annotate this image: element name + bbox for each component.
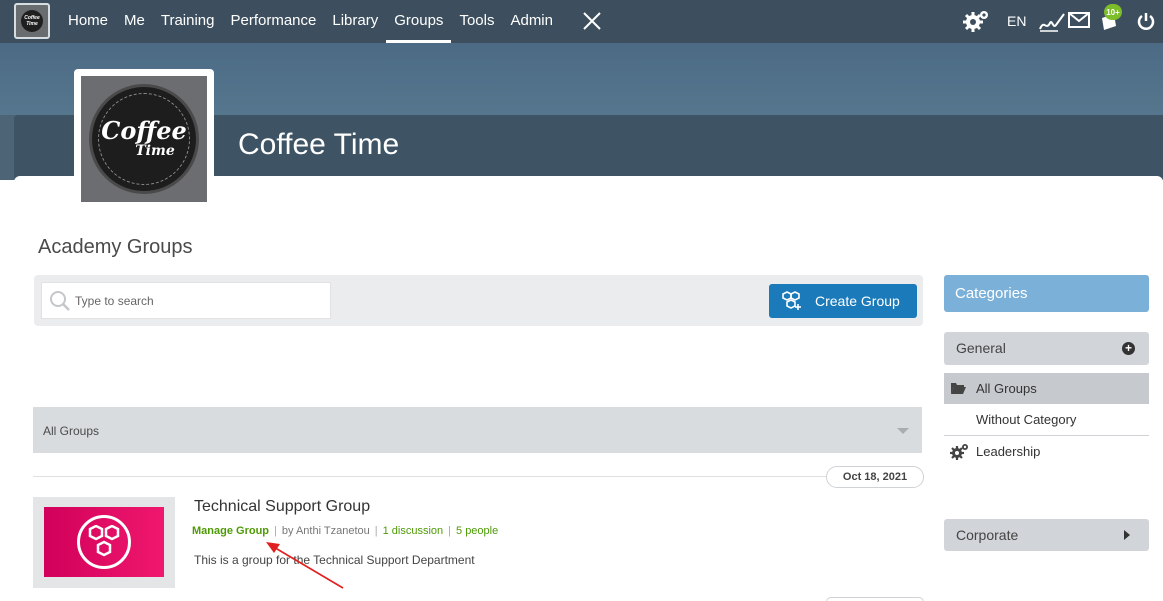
category-general[interactable]: General +	[944, 332, 1149, 365]
search-box	[41, 282, 331, 319]
tools-cross-icon[interactable]	[582, 11, 602, 31]
create-group-label: Create Group	[815, 293, 900, 309]
coffee-time-logo: Coffee Time	[89, 84, 199, 194]
chevron-down-icon	[897, 428, 909, 434]
nav-performance[interactable]: Performance	[223, 0, 325, 43]
category-leadership-label: Leadership	[976, 444, 1041, 459]
people-link[interactable]: 5 people	[456, 525, 498, 537]
add-category-icon[interactable]: +	[1122, 342, 1135, 355]
nav-library[interactable]: Library	[324, 0, 386, 43]
filter-selected-value: All Groups	[43, 424, 100, 438]
group-meta: Manage Group | by Anthi Tzanetou | 1 discuss…	[192, 525, 499, 537]
hexagons-icon	[77, 515, 131, 569]
nav-training[interactable]: Training	[153, 0, 223, 43]
group-avatar: Coffee Time	[74, 69, 214, 209]
category-corporate-label: Corporate	[956, 527, 1019, 543]
group-date-badge: Oct 18, 2021	[826, 466, 924, 488]
search-input[interactable]	[75, 283, 325, 318]
annotation-arrow	[266, 542, 344, 589]
signature-icon[interactable]	[1038, 11, 1066, 33]
power-icon[interactable]	[1136, 11, 1156, 31]
category-leadership[interactable]: Leadership	[944, 441, 1149, 463]
search-icon	[50, 291, 70, 311]
chevron-right-icon	[1124, 530, 1130, 540]
language-selector[interactable]: EN	[1007, 13, 1026, 29]
gears-icon	[950, 444, 968, 460]
group-owner: by Anthi Tzanetou	[281, 525, 370, 537]
group-title: Coffee Time	[238, 128, 400, 161]
notification-count-badge: 10+	[1104, 4, 1122, 20]
group-name-link[interactable]: Technical Support Group	[194, 498, 370, 516]
folder-open-icon	[951, 383, 966, 394]
nav-admin[interactable]: Admin	[502, 0, 561, 43]
site-logo-mark: Coffee Time	[21, 10, 43, 32]
category-without-category[interactable]: Without Category	[976, 412, 1076, 427]
categories-header: Categories	[944, 275, 1149, 312]
site-logo-button[interactable]: Coffee Time	[14, 3, 50, 39]
group-avatar-image: Coffee Time	[81, 76, 207, 202]
group-thumbnail[interactable]	[33, 497, 175, 588]
category-filter-select[interactable]: All Groups	[33, 407, 922, 453]
category-general-label: General	[956, 340, 1006, 356]
discussions-link[interactable]: 1 discussion	[383, 525, 444, 537]
settings-gears-icon[interactable]	[962, 9, 990, 33]
sidebar-divider	[944, 435, 1149, 436]
date-divider	[33, 476, 923, 477]
category-all-groups[interactable]: All Groups	[944, 373, 1149, 404]
main-menu: Home Me Training Performance Library Gro…	[60, 0, 561, 43]
mail-icon[interactable]	[1068, 12, 1090, 28]
category-corporate[interactable]: Corporate	[944, 519, 1149, 551]
create-group-icon	[782, 291, 801, 310]
page-title: Academy Groups	[38, 236, 193, 258]
manage-group-link[interactable]: Manage Group	[192, 525, 269, 537]
top-navigation-bar: Coffee Time Home Me Training Performance…	[0, 0, 1163, 43]
next-date-badge	[826, 597, 924, 601]
category-all-groups-label: All Groups	[976, 381, 1037, 396]
create-group-button[interactable]: Create Group	[769, 284, 917, 318]
nav-me[interactable]: Me	[116, 0, 153, 43]
nav-tools[interactable]: Tools	[451, 0, 502, 43]
nav-groups[interactable]: Groups	[386, 0, 452, 43]
nav-home[interactable]: Home	[60, 0, 116, 43]
